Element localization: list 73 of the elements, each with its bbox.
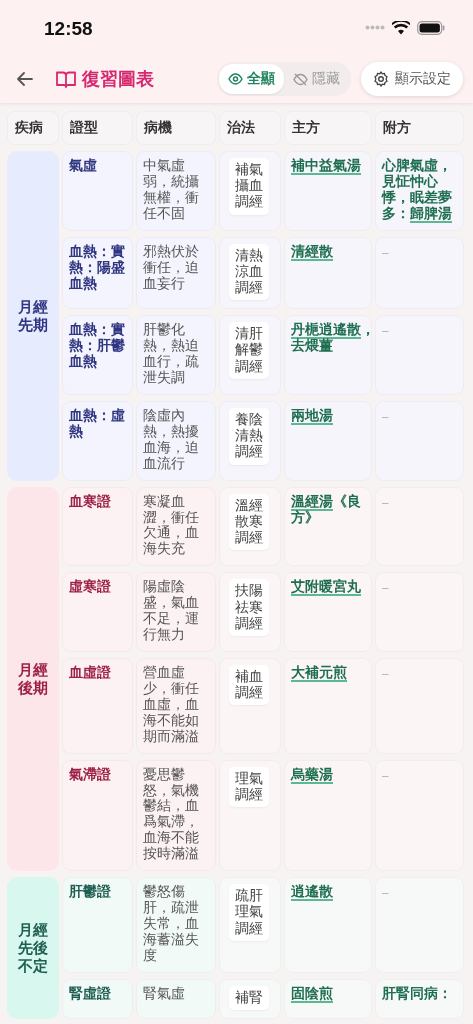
empty-dash: –	[382, 243, 389, 259]
column-header: 證型	[62, 111, 133, 145]
method-tag: 理氣調經	[229, 766, 269, 807]
method-tag: 補血調經	[229, 665, 269, 706]
syndrome-cell: 血熱：虛熱	[62, 400, 133, 481]
battery-icon	[417, 20, 445, 35]
empty-dash: –	[382, 579, 389, 595]
mechanism-cell: 寒凝血澀，衝任欠通，血海失充	[136, 486, 216, 567]
empty-dash: –	[382, 665, 389, 680]
method-tag: 疏肝理氣調經	[229, 884, 269, 941]
syndrome-cell: 血虛證	[62, 658, 133, 754]
formula-link[interactable]: 補中益氣湯	[291, 158, 361, 175]
signal-icon	[365, 25, 385, 30]
empty-dash: –	[382, 407, 389, 423]
status-time: 12:58	[44, 16, 94, 40]
method-tag: 清熱涼血調經	[229, 243, 269, 301]
empty-dash: –	[382, 493, 389, 509]
method-tag: 養陰清熱調經	[229, 407, 269, 465]
disease-cell: 月經先後不定	[7, 877, 59, 1019]
eye-icon	[228, 73, 243, 85]
formula-link[interactable]: 艾附暖宮丸	[291, 579, 361, 597]
method-tag: 補腎	[229, 985, 269, 1010]
column-header: 治法	[219, 111, 281, 145]
settings-button[interactable]: 顯示設定	[361, 62, 463, 96]
syndrome-cell: 血熱：實熱：肝鬱血熱	[62, 315, 133, 395]
filter-tab[interactable]: 全顯	[219, 64, 284, 94]
column-header: 附方	[375, 111, 464, 145]
mechanism-cell: 肝鬱化熱，熱迫血行，疏泄失調	[136, 315, 216, 395]
syndrome-cell: 腎虛證	[62, 978, 133, 1019]
method-tag: 清肝解鬱調經	[229, 322, 269, 379]
formula-note: 肝腎同病：	[382, 985, 452, 1001]
mechanism-cell: 陰虛內熱，熱擾血海，迫血流行	[136, 400, 216, 481]
page-title: 復習圖表	[82, 68, 155, 91]
formula-link[interactable]: 兩地湯	[291, 407, 333, 425]
formula-note: 溫經湯《良方》	[291, 493, 361, 525]
back-button[interactable]	[14, 69, 36, 89]
gear-icon	[373, 71, 389, 87]
formula-link[interactable]: 逍遙散	[291, 884, 333, 902]
formula-link[interactable]: 大補元煎	[291, 665, 347, 682]
syndrome-cell: 血寒證	[62, 486, 133, 567]
syndrome-cell: 血熱：實熱：陽盛血熱	[62, 236, 133, 310]
empty-dash: –	[382, 322, 389, 338]
method-tag: 溫經散寒調經	[229, 493, 269, 551]
mechanism-cell: 腎氣虛	[136, 978, 216, 1019]
mechanism-cell: 營血虛少，衝任血虛，血海不能如期而滿溢	[136, 658, 216, 754]
formula-link[interactable]: 歸脾湯	[410, 205, 452, 223]
empty-dash: –	[382, 884, 389, 900]
mechanism-cell: 邪熱伏於衝任，迫血妄行	[136, 236, 216, 310]
mechanism-cell: 陽虛陰盛，氣血不足，運行無力	[136, 572, 216, 652]
column-header: 疾病	[7, 111, 59, 145]
formula-link[interactable]: 清經散	[291, 243, 333, 261]
empty-dash: –	[382, 766, 389, 782]
syndrome-cell: 虛寒證	[62, 572, 133, 652]
syndrome-cell: 氣滯證	[62, 759, 133, 872]
syndrome-cell: 肝鬱證	[62, 877, 133, 973]
formula-link[interactable]: 溫經湯	[291, 493, 333, 511]
mechanism-cell: 鬱怒傷肝，疏泄失常，血海蓄溢失度	[136, 877, 216, 973]
disease-cell: 月經先期	[7, 151, 59, 481]
syndrome-cell: 氣虛	[62, 151, 133, 231]
disease-cell: 月經後期	[7, 486, 59, 872]
mechanism-cell: 中氣虛弱，統攝無權，衝任不固	[136, 151, 216, 231]
wifi-icon	[392, 20, 410, 35]
mechanism-cell: 憂思鬱怒，氣機鬱結，血爲氣滯，血海不能按時滿溢	[136, 759, 216, 872]
column-header: 病機	[136, 111, 216, 145]
method-tag: 補氣攝血調經	[229, 158, 269, 215]
book-icon	[56, 70, 76, 88]
formula-link[interactable]: 固陰煎	[291, 985, 333, 1003]
formula-note: 丹梔逍遙散，去煨薑	[291, 322, 375, 354]
formula-link[interactable]: 烏藥湯	[291, 766, 333, 784]
formula-note: 心脾氣虛，見怔忡心悸，眠差夢多：歸脾湯	[382, 158, 452, 223]
method-tag: 扶陽祛寒調經	[229, 579, 269, 636]
eye-slash-icon	[293, 72, 308, 86]
column-header: 主方	[284, 111, 372, 145]
